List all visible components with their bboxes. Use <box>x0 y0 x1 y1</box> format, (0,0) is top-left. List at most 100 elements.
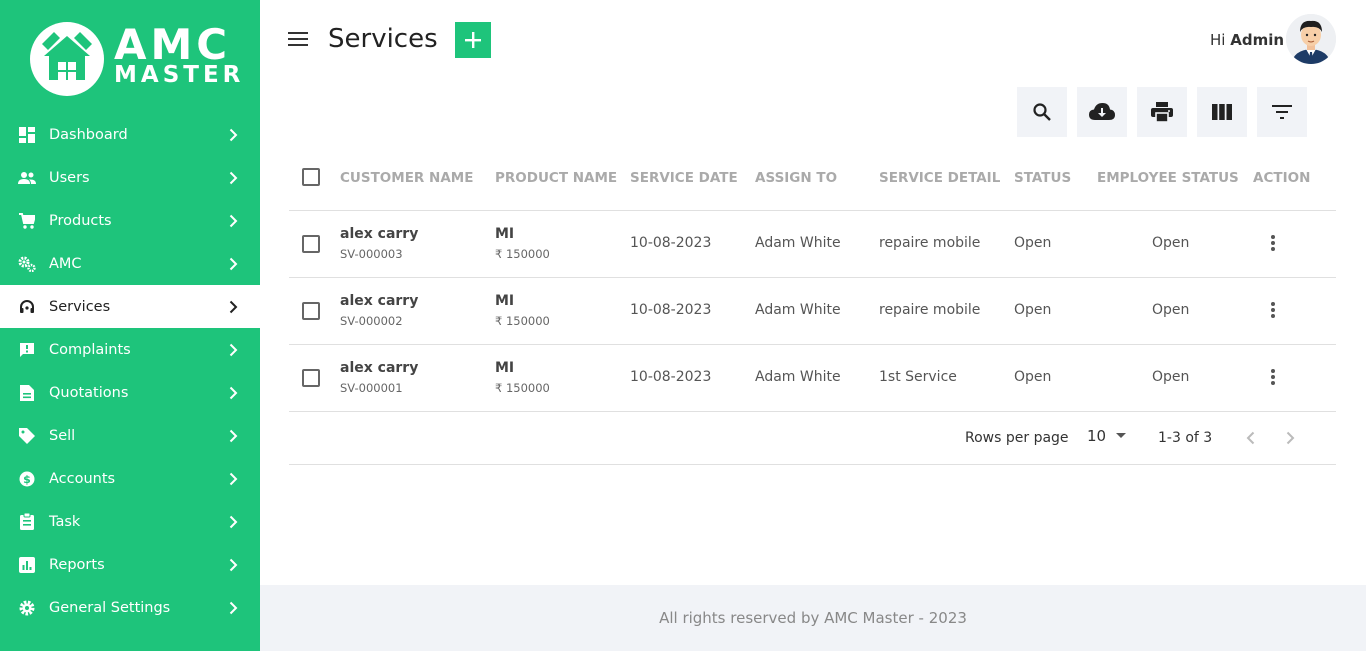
sidebar-item-label: Task <box>49 513 81 530</box>
rows-per-page-value: 10 <box>1087 427 1107 445</box>
column-header[interactable]: SERVICE DATE <box>630 170 738 186</box>
sidebar-item-reports[interactable]: Reports <box>0 543 260 586</box>
hamburger-menu-icon[interactable] <box>288 32 308 48</box>
assign-to: Adam White <box>755 302 841 318</box>
table-header: CUSTOMER NAME PRODUCT NAME SERVICE DATE … <box>289 155 1336 211</box>
service-date: 10-08-2023 <box>630 235 712 251</box>
more-actions-icon[interactable] <box>1269 233 1277 253</box>
feedback-icon <box>18 341 36 359</box>
more-actions-icon[interactable] <box>1269 367 1277 387</box>
assign-to: Adam White <box>755 235 841 251</box>
sidebar-item-amc[interactable]: AMC <box>0 242 260 285</box>
sidebar-item-users[interactable]: Users <box>0 156 260 199</box>
brand-name-line1: AMC <box>114 20 232 69</box>
sidebar-item-label: Sell <box>49 427 76 444</box>
sidebar-item-task[interactable]: Task <box>0 500 260 543</box>
column-header[interactable]: SERVICE DETAIL <box>879 170 1000 186</box>
filter-icon <box>1272 105 1292 119</box>
sidebar-item-complaints[interactable]: Complaints <box>0 328 260 371</box>
rows-per-page-label: Rows per page <box>965 430 1069 446</box>
dollar-icon: $ <box>18 470 36 488</box>
chevron-right-icon <box>229 299 238 318</box>
table-row[interactable]: alex carry SV-000001 MI ₹ 150000 10-08-2… <box>289 345 1336 412</box>
sidebar-item-label: Dashboard <box>49 126 128 143</box>
sidebar-item-products[interactable]: Products <box>0 199 260 242</box>
sidebar-item-sell[interactable]: Sell <box>0 414 260 457</box>
next-page-button[interactable] <box>1279 427 1301 449</box>
column-header[interactable]: STATUS <box>1014 170 1071 186</box>
product-name: MI <box>495 293 515 309</box>
service-detail: repaire mobile <box>879 302 981 318</box>
employee-status: Open <box>1152 302 1190 318</box>
svg-text:$: $ <box>23 473 31 486</box>
download-button[interactable] <box>1077 87 1127 137</box>
product-price: ₹ 150000 <box>495 247 550 261</box>
table-row[interactable]: alex carry SV-000002 MI ₹ 150000 10-08-2… <box>289 278 1336 345</box>
sidebar-item-quotations[interactable]: Quotations <box>0 371 260 414</box>
product-name: MI <box>495 360 515 376</box>
column-header[interactable]: PRODUCT NAME <box>495 170 617 186</box>
sidebar-item-services[interactable]: Services <box>0 285 260 328</box>
rows-per-page-select[interactable]: 10 <box>1087 427 1128 445</box>
sidebar: AMC MASTER Dashboard Users Products AMC … <box>0 0 260 651</box>
search-icon <box>1033 103 1051 121</box>
sidebar-item-dashboard[interactable]: Dashboard <box>0 113 260 156</box>
chevron-right-icon <box>229 342 238 361</box>
sidebar-item-accounts[interactable]: $ Accounts <box>0 457 260 500</box>
avatar[interactable] <box>1286 14 1336 64</box>
footer: All rights reserved by AMC Master - 2023 <box>260 585 1366 651</box>
select-all-checkbox[interactable] <box>302 168 320 186</box>
sidebar-item-label: Reports <box>49 556 105 573</box>
gears-icon <box>18 255 36 273</box>
page-title: Services <box>328 24 438 54</box>
row-checkbox[interactable] <box>302 369 320 387</box>
brand-logo[interactable]: AMC MASTER <box>30 20 240 98</box>
search-button[interactable] <box>1017 87 1067 137</box>
gear-icon <box>18 599 36 617</box>
sidebar-item-label: Complaints <box>49 341 131 358</box>
chevron-right-icon <box>229 385 238 404</box>
sidebar-item-label: Products <box>49 212 112 229</box>
chevron-right-icon <box>229 600 238 619</box>
column-header[interactable]: EMPLOYEE STATUS <box>1097 170 1239 186</box>
chevron-right-icon <box>229 514 238 533</box>
table-row[interactable]: alex carry SV-000003 MI ₹ 150000 10-08-2… <box>289 211 1336 278</box>
service-detail: 1st Service <box>879 369 957 385</box>
user-name: Admin <box>1230 31 1285 49</box>
more-actions-icon[interactable] <box>1269 300 1277 320</box>
previous-page-button[interactable] <box>1239 427 1261 449</box>
product-price: ₹ 150000 <box>495 314 550 328</box>
document-icon <box>18 384 36 402</box>
page-range: 1-3 of 3 <box>1158 430 1213 446</box>
tag-icon <box>18 427 36 445</box>
users-icon <box>18 169 36 187</box>
customer-name: alex carry <box>340 293 419 309</box>
chevron-right-icon <box>229 213 238 232</box>
status: Open <box>1014 235 1052 251</box>
row-checkbox[interactable] <box>302 235 320 253</box>
product-name: MI <box>495 226 515 242</box>
employee-status: Open <box>1152 235 1190 251</box>
sidebar-nav: Dashboard Users Products AMC Services Co… <box>0 113 260 629</box>
user-greeting: Hi Admin <box>1210 31 1284 49</box>
service-detail: repaire mobile <box>879 235 981 251</box>
plus-icon <box>465 32 481 48</box>
row-checkbox[interactable] <box>302 302 320 320</box>
columns-button[interactable] <box>1197 87 1247 137</box>
cart-icon <box>18 212 36 230</box>
pagination: Rows per page 10 1-3 of 3 <box>289 412 1336 465</box>
column-header[interactable]: ASSIGN TO <box>755 170 837 186</box>
print-button[interactable] <box>1137 87 1187 137</box>
column-header[interactable]: CUSTOMER NAME <box>340 170 473 186</box>
customer-name: alex carry <box>340 360 419 376</box>
service-id: SV-000003 <box>340 247 403 261</box>
chevron-right-icon <box>229 127 238 146</box>
sidebar-item-label: General Settings <box>49 599 171 616</box>
filter-button[interactable] <box>1257 87 1307 137</box>
status: Open <box>1014 302 1052 318</box>
chevron-left-icon <box>1246 431 1254 445</box>
service-id: SV-000002 <box>340 314 403 328</box>
chevron-right-icon <box>1286 431 1294 445</box>
add-service-button[interactable] <box>455 22 491 58</box>
sidebar-item-general-settings[interactable]: General Settings <box>0 586 260 629</box>
